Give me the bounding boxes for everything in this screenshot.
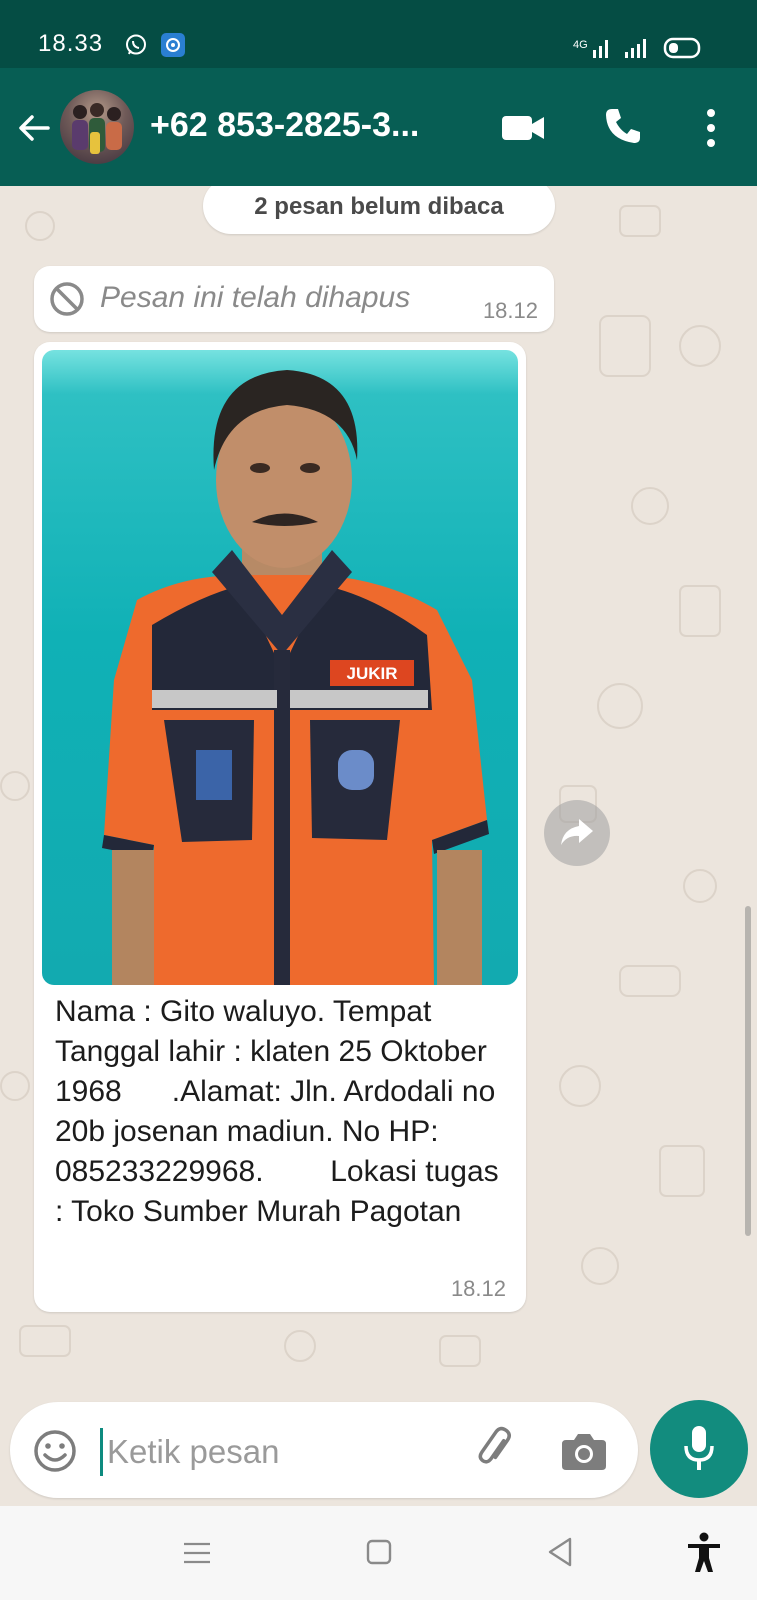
video-call-icon[interactable] [500,110,546,144]
system-navigation-bar [0,1506,757,1600]
deleted-message-text: Pesan ini telah dihapus [100,281,411,314]
more-options-icon[interactable] [697,106,725,150]
message-photo[interactable]: JUKIR [42,350,518,985]
emoji-icon[interactable] [32,1428,78,1474]
recent-apps-icon[interactable] [182,1540,212,1566]
signal-battery-icons: 4G [573,37,701,59]
forward-button[interactable] [544,800,610,866]
image-message-bubble[interactable]: JUKIR Nama : Gito waluyo. Tempat Tanggal… [34,342,526,1312]
unread-messages-banner: 2 pesan belum dibaca [203,186,555,234]
attachment-icon[interactable] [472,1424,522,1474]
voice-call-icon[interactable] [603,106,643,146]
status-time: 18.33 [38,30,104,57]
accessibility-icon[interactable] [686,1532,722,1574]
message-input-box[interactable] [10,1402,638,1498]
avatar-group-photo [72,103,122,154]
contact-name[interactable]: +62 853-2825-3... [150,106,460,145]
message-timestamp: 18.12 [450,1276,506,1301]
message-input[interactable] [105,1422,449,1482]
photo-man-in-orange-uniform: JUKIR [102,370,489,985]
back-arrow-icon[interactable] [14,108,54,148]
chat-area[interactable]: 2 pesan belum dibaca Pesan ini telah dih… [0,186,757,1380]
voice-message-button[interactable] [650,1400,748,1498]
forward-icon [561,819,593,845]
camera-icon[interactable] [560,1428,608,1472]
status-bar: 18.33 4G [0,0,757,68]
chat-scrollbar[interactable] [745,906,751,1236]
contact-avatar[interactable] [60,90,134,164]
text-cursor [100,1428,103,1476]
home-icon[interactable] [365,1538,393,1566]
nav-back-icon[interactable] [546,1536,574,1568]
chat-header: +62 853-2825-3... [0,68,757,186]
message-composer [0,1380,757,1506]
microphone-icon [684,1426,714,1470]
deleted-ban-icon [50,282,84,316]
message-caption: Nama : Gito waluyo. Tempat Tanggal lahir… [55,995,508,1228]
network-type-label: 4G [573,39,588,51]
uniform-badge-text: JUKIR [346,664,397,683]
message-timestamp: 18.12 [482,298,538,323]
app-notification-icon [161,33,185,57]
deleted-message-bubble[interactable]: Pesan ini telah dihapus 18.12 [34,266,554,332]
whatsapp-notification-icon [126,34,146,55]
